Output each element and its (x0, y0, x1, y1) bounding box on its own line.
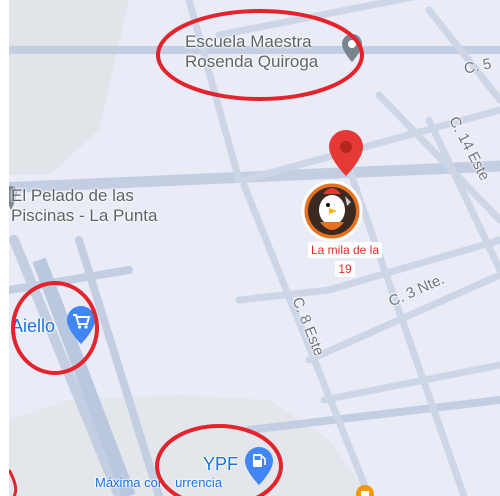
map-view[interactable]: Escuela Maestra Rosenda Quiroga El Pelad… (9, 0, 500, 496)
annotation-circle-shop (11, 281, 99, 375)
annotation-circle-fuel (155, 424, 283, 496)
annotation-circle-school (156, 9, 364, 101)
annotation-layer (9, 9, 364, 496)
annotation-arc-left (9, 469, 18, 496)
